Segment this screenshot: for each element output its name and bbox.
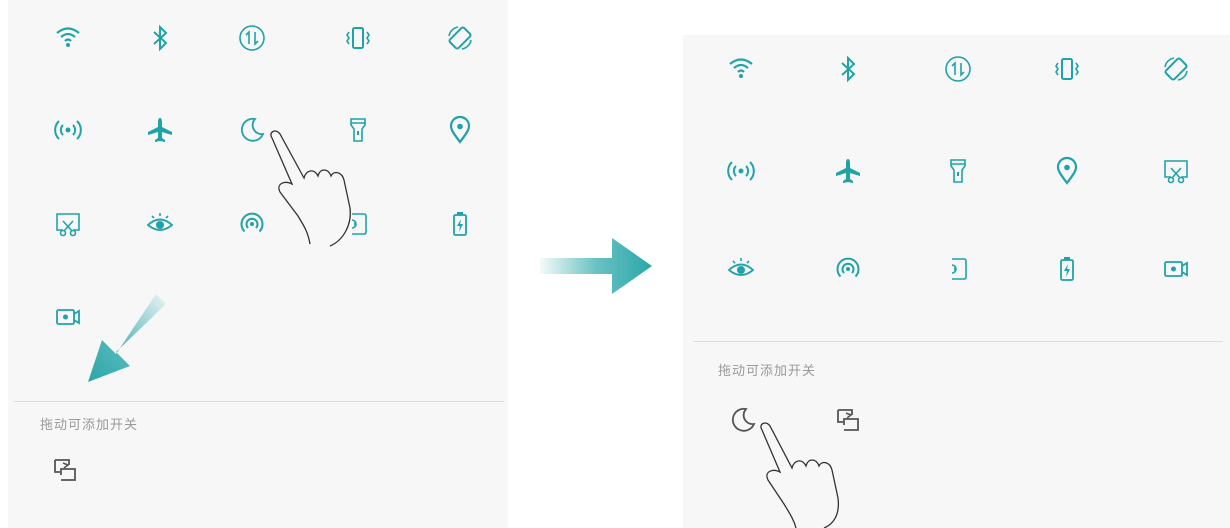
auto-rotate-icon xyxy=(1164,57,1188,81)
location-icon xyxy=(449,115,471,144)
switch-wifi[interactable] xyxy=(711,39,771,99)
eye-comfort-icon xyxy=(727,258,755,276)
section-divider xyxy=(693,341,1223,342)
switch-airplane-mode[interactable] xyxy=(130,100,190,160)
hand-gesture-icon xyxy=(270,130,351,247)
switch-hotspot[interactable] xyxy=(711,141,771,201)
huawei-share-icon xyxy=(951,258,967,280)
switch-location[interactable] xyxy=(430,100,490,160)
transition-arrow xyxy=(540,238,652,294)
switch-nfc[interactable] xyxy=(818,239,878,299)
bluetooth-icon xyxy=(841,55,856,83)
switch-location[interactable] xyxy=(1037,141,1097,201)
switch-hotspot[interactable] xyxy=(38,100,98,160)
switch-huawei-share[interactable] xyxy=(928,239,988,299)
switch-auto-rotate[interactable] xyxy=(1146,39,1206,99)
bluetooth-icon xyxy=(153,24,168,52)
vibrate-icon xyxy=(1055,58,1079,80)
drag-to-add-label: 拖动可添加开关 xyxy=(718,364,817,379)
power-saving-icon xyxy=(453,212,467,236)
switch-eye-comfort[interactable] xyxy=(130,194,190,254)
multi-screen-icon xyxy=(54,459,76,481)
vibrate-icon xyxy=(346,27,370,49)
mobile-data-icon xyxy=(239,25,265,51)
switch-multi-screen[interactable] xyxy=(35,440,95,500)
switch-vibrate[interactable] xyxy=(1037,39,1097,99)
switch-airplane-mode[interactable] xyxy=(818,141,878,201)
switch-wifi[interactable] xyxy=(38,8,98,68)
drag-hint-arrow xyxy=(88,294,166,382)
switch-flashlight[interactable] xyxy=(928,141,988,201)
eye-comfort-icon xyxy=(146,213,174,231)
drag-to-add-label: 拖动可添加开关 xyxy=(40,418,139,433)
switch-auto-rotate[interactable] xyxy=(430,8,490,68)
airplane-mode-icon xyxy=(836,159,860,183)
switch-screenshot[interactable] xyxy=(38,194,98,254)
nfc-icon xyxy=(836,257,860,278)
switch-eye-comfort[interactable] xyxy=(711,239,771,299)
section-divider xyxy=(14,401,504,402)
switch-mobile-data[interactable] xyxy=(222,8,282,68)
location-icon xyxy=(1056,156,1078,185)
switch-mobile-data[interactable] xyxy=(928,39,988,99)
wifi-icon xyxy=(729,58,753,78)
screen-recorder-icon xyxy=(1164,261,1188,277)
power-saving-icon xyxy=(1060,257,1074,281)
mobile-data-icon xyxy=(945,56,971,82)
screenshot-icon xyxy=(56,213,80,237)
switch-bluetooth[interactable] xyxy=(130,8,190,68)
airplane-mode-icon xyxy=(148,118,172,142)
hotspot-icon xyxy=(54,120,82,140)
hotspot-icon xyxy=(727,161,755,181)
screenshot-icon xyxy=(1164,160,1188,184)
hand-gesture-icon xyxy=(760,422,840,528)
switch-screen-recorder[interactable] xyxy=(1146,239,1206,299)
flashlight-icon xyxy=(950,159,966,183)
wifi-icon xyxy=(56,27,80,47)
quick-settings-panel-before: 拖动可添加开关 xyxy=(8,0,508,528)
switch-power-saving[interactable] xyxy=(430,194,490,254)
switch-vibrate[interactable] xyxy=(328,8,388,68)
switch-power-saving[interactable] xyxy=(1037,239,1097,299)
switch-bluetooth[interactable] xyxy=(818,39,878,99)
switch-screenshot[interactable] xyxy=(1146,141,1206,201)
auto-rotate-icon xyxy=(448,26,472,50)
